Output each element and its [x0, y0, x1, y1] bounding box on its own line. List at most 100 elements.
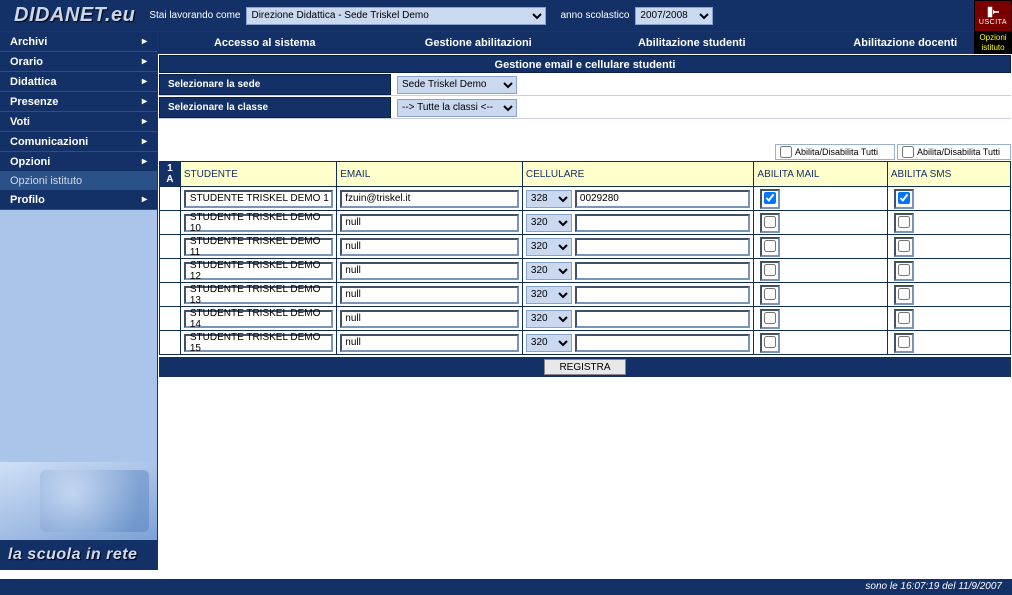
cell-cell: 320	[522, 331, 754, 355]
prefix-select[interactable]: 328	[526, 190, 572, 208]
tab-abilitazione-studenti[interactable]: Abilitazione studenti	[585, 37, 799, 49]
sidebar-item-label: Opzioni	[10, 156, 50, 168]
sidebar-item-label: Orario	[10, 56, 43, 68]
email-input[interactable]	[340, 238, 519, 256]
sms-enable-checkbox[interactable]	[898, 288, 910, 300]
sms-enable-checkbox[interactable]	[898, 216, 910, 228]
year-select[interactable]: 2007/2008	[635, 7, 713, 25]
toggle-all-row: Abilita/Disabilita Tutti Abilita/Disabil…	[159, 143, 1011, 161]
sms-enable-cell	[887, 187, 1010, 211]
row-corner	[160, 259, 181, 283]
mail-enable-checkbox[interactable]	[764, 240, 776, 252]
sidebar-item-label: Presenze	[10, 96, 58, 108]
sidebar-item-comunicazioni[interactable]: Comunicazioni ▸	[0, 132, 157, 152]
email-input[interactable]	[340, 190, 519, 208]
mail-enable-checkbox[interactable]	[764, 288, 776, 300]
sms-enable-checkbox[interactable]	[898, 336, 910, 348]
cell-number-input[interactable]	[575, 310, 751, 328]
chevron-right-icon: ▸	[142, 76, 147, 87]
sms-enable-cell	[887, 259, 1010, 283]
sidebar-item-presenze[interactable]: Presenze ▸	[0, 92, 157, 112]
slogan: la scuola in rete	[0, 540, 157, 570]
student-name: STUDENTE TRISKEL DEMO 1	[184, 190, 333, 208]
top-center: Stai lavorando come Direzione Didattica …	[149, 7, 974, 25]
sede-select[interactable]: Sede Triskel Demo	[397, 76, 517, 94]
student-name: STUDENTE TRISKEL DEMO 11	[184, 238, 333, 256]
email-input[interactable]	[340, 310, 519, 328]
row-corner	[160, 187, 181, 211]
chevron-right-icon: ▸	[142, 36, 147, 47]
sidebar-sub-opzioni-istituto[interactable]: Opzioni istituto	[0, 172, 157, 190]
sms-enable-checkbox[interactable]	[898, 192, 910, 204]
selector-classe-label: Selezionare la classe	[159, 97, 391, 118]
cell-number-input[interactable]	[575, 262, 751, 280]
student-name-cell: STUDENTE TRISKEL DEMO 10	[180, 211, 336, 235]
student-name-cell: STUDENTE TRISKEL DEMO 12	[180, 259, 336, 283]
sidebar-item-label: Comunicazioni	[10, 136, 88, 148]
classe-select[interactable]: --> Tutte la classi <--	[397, 99, 517, 117]
sms-enable-checkbox[interactable]	[898, 240, 910, 252]
col-cellulare: CELLULARE	[522, 162, 754, 187]
opzioni-istituto-corner[interactable]: Opzioni istituto	[974, 32, 1012, 54]
table-row: STUDENTE TRISKEL DEMO 15 320	[160, 331, 1011, 355]
toggle-all-mail-checkbox[interactable]	[780, 146, 792, 158]
mail-enable-checkbox[interactable]	[764, 192, 776, 204]
mail-enable-cell	[754, 307, 887, 331]
email-input[interactable]	[340, 334, 519, 352]
mail-enable-checkbox[interactable]	[764, 264, 776, 276]
working-as-label: Stai lavorando come	[149, 10, 240, 21]
email-input[interactable]	[340, 262, 519, 280]
toggle-all-sms[interactable]: Abilita/Disabilita Tutti	[897, 144, 1011, 160]
prefix-select[interactable]: 320	[526, 334, 572, 352]
mail-enable-checkbox[interactable]	[764, 216, 776, 228]
student-name-cell: STUDENTE TRISKEL DEMO 15	[180, 331, 336, 355]
sidebar-item-profilo[interactable]: Profilo ▸	[0, 190, 157, 210]
logout-label: USCITA	[979, 19, 1007, 26]
sms-enable-cell	[887, 211, 1010, 235]
cell-cell: 320	[522, 307, 754, 331]
prefix-select[interactable]: 320	[526, 214, 572, 232]
selector-sede-label: Selezionare la sede	[159, 74, 391, 95]
mail-enable-checkbox[interactable]	[764, 336, 776, 348]
sidebar-item-didattica[interactable]: Didattica ▸	[0, 72, 157, 92]
cell-number-input[interactable]	[575, 214, 751, 232]
tab-accesso[interactable]: Accesso al sistema	[158, 37, 372, 49]
sidebar-item-archivi[interactable]: Archivi ▸	[0, 32, 157, 52]
logout-button[interactable]: USCITA	[974, 0, 1012, 32]
sidebar-item-orario[interactable]: Orario ▸	[0, 52, 157, 72]
mail-enable-cell	[754, 259, 887, 283]
mail-enable-checkbox[interactable]	[764, 312, 776, 324]
mail-enable-cell	[754, 283, 887, 307]
sidebar-item-voti[interactable]: Voti ▸	[0, 112, 157, 132]
student-name: STUDENTE TRISKEL DEMO 15	[184, 334, 333, 352]
prefix-select[interactable]: 320	[526, 262, 572, 280]
prefix-select[interactable]: 320	[526, 310, 572, 328]
email-input[interactable]	[340, 286, 519, 304]
main: Archivi ▸ Orario ▸ Didattica ▸ Presenze …	[0, 32, 1012, 570]
sidebar: Archivi ▸ Orario ▸ Didattica ▸ Presenze …	[0, 32, 158, 570]
email-cell	[337, 307, 523, 331]
student-name-cell: STUDENTE TRISKEL DEMO 1	[180, 187, 336, 211]
sidebar-item-label: Voti	[10, 116, 30, 128]
cell-number-input[interactable]	[575, 286, 751, 304]
prefix-select[interactable]: 320	[526, 238, 572, 256]
cell-number-input[interactable]	[575, 190, 751, 208]
email-cell	[337, 331, 523, 355]
registra-button[interactable]: REGISTRA	[544, 359, 625, 375]
sms-enable-checkbox[interactable]	[898, 312, 910, 324]
tab-gestione-abilitazioni[interactable]: Gestione abilitazioni	[372, 37, 586, 49]
sede-select-top[interactable]: Direzione Didattica - Sede Triskel Demo	[246, 7, 546, 25]
sidebar-decorative-image	[0, 462, 157, 540]
cell-cell: 320	[522, 235, 754, 259]
prefix-select[interactable]: 320	[526, 286, 572, 304]
email-input[interactable]	[340, 214, 519, 232]
chevron-right-icon: ▸	[142, 56, 147, 67]
sidebar-item-opzioni[interactable]: Opzioni ▸	[0, 152, 157, 172]
toggle-all-sms-checkbox[interactable]	[902, 146, 914, 158]
cell-number-input[interactable]	[575, 334, 751, 352]
toggle-all-mail[interactable]: Abilita/Disabilita Tutti	[775, 144, 895, 160]
sms-enable-checkbox[interactable]	[898, 264, 910, 276]
cell-number-input[interactable]	[575, 238, 751, 256]
student-name: STUDENTE TRISKEL DEMO 10	[184, 214, 333, 232]
selector-classe-row: Selezionare la classe --> Tutte la class…	[159, 97, 1011, 119]
